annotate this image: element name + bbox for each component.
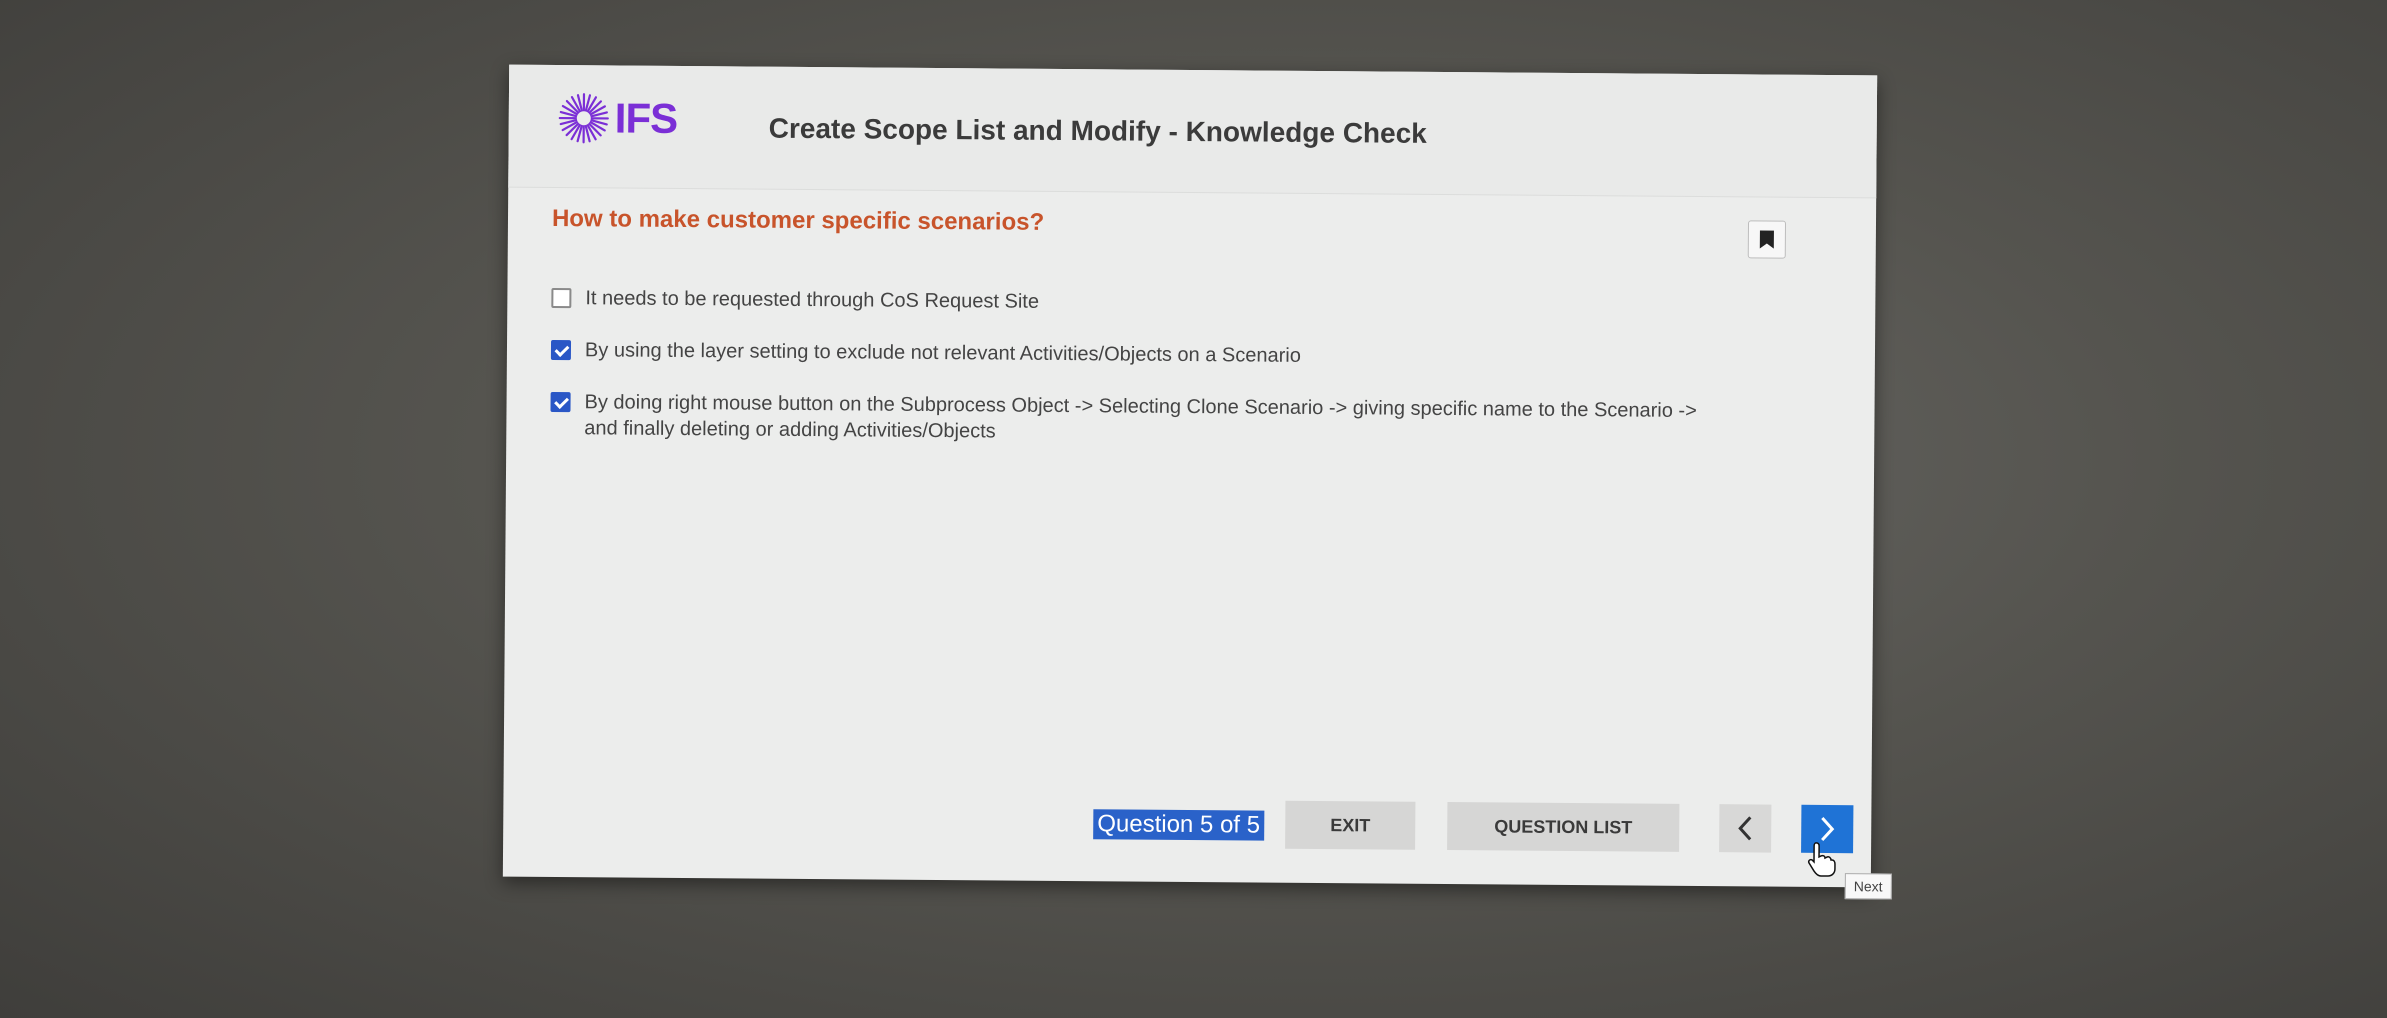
checkbox[interactable] [550, 339, 572, 361]
option-label: By using the layer setting to exclude no… [584, 339, 1301, 367]
option-label: By doing right mouse button on the Subpr… [584, 391, 1697, 443]
ifs-logo: IFS [557, 91, 678, 146]
chevron-left-icon [1738, 816, 1752, 841]
question-list-button[interactable]: QUESTION LIST [1447, 802, 1680, 852]
footer-nav: Question 5 of 5 EXIT QUESTION LIST Next [503, 795, 1892, 900]
question-text: How to make customer specific scenarios? [551, 204, 1045, 236]
page-title: Create Scope List and Modify - Knowledge… [768, 112, 1427, 149]
bookmark-icon [1759, 230, 1774, 249]
quiz-window: IFS Create Scope List and Modify - Knowl… [502, 64, 1892, 900]
exit-button[interactable]: EXIT [1285, 800, 1416, 850]
previous-button[interactable] [1719, 804, 1772, 853]
question-counter: Question 5 of 5 [1093, 809, 1265, 841]
logo-text: IFS [614, 94, 678, 142]
answer-options: It needs to be requested through CoS Req… [550, 285, 1731, 476]
next-tooltip: Next [1844, 873, 1892, 900]
answer-option[interactable]: By doing right mouse button on the Subpr… [550, 389, 1730, 450]
checkbox[interactable] [551, 287, 572, 309]
header: IFS Create Scope List and Modify - Knowl… [508, 64, 1878, 199]
chevron-right-icon [1821, 816, 1835, 841]
checkbox[interactable] [550, 391, 571, 413]
answer-option[interactable]: It needs to be requested through CoS Req… [551, 285, 1731, 320]
hand-pointer-icon [1807, 842, 1836, 877]
option-label: It needs to be requested through CoS Req… [585, 287, 1040, 313]
answer-option[interactable]: By using the layer setting to exclude no… [550, 337, 1731, 372]
bookmark-button[interactable] [1747, 220, 1787, 259]
ifs-burst-logo-icon [558, 93, 609, 144]
